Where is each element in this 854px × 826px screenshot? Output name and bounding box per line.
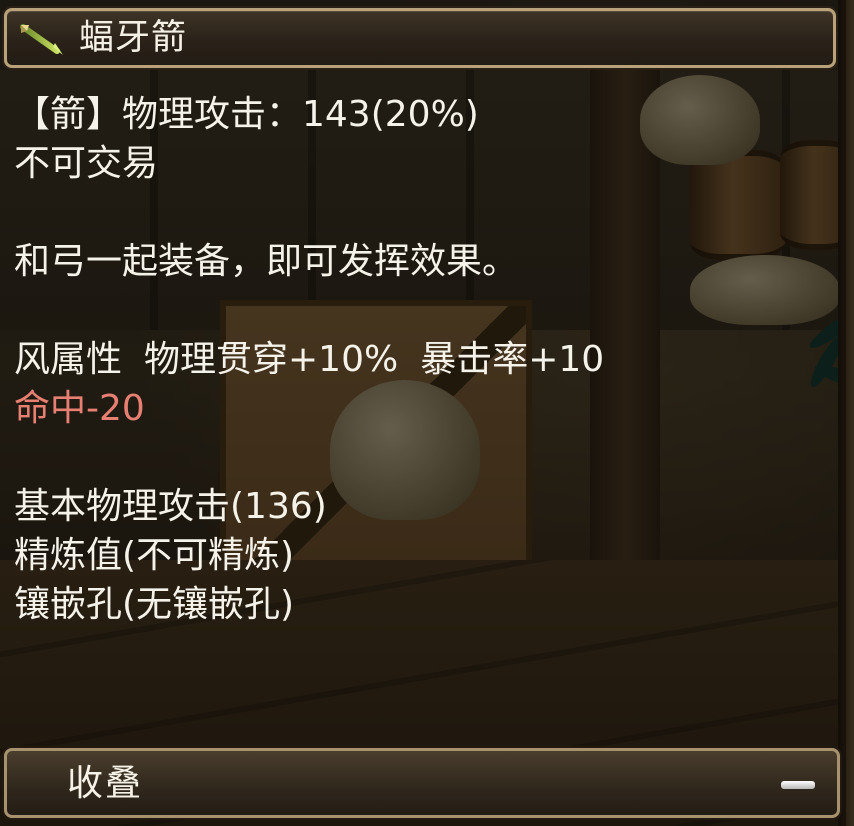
arrow-icon	[17, 21, 65, 57]
item-details: 【箭】物理攻击：143(20%) 不可交易 和弓一起装备，即可发挥效果。 风属性…	[14, 90, 834, 629]
socket-info: 镶嵌孔(无镶嵌孔)	[14, 584, 295, 625]
item-name: 蝠牙箭	[79, 18, 188, 58]
item-tooltip: 蝠牙箭 【箭】物理攻击：143(20%) 不可交易 和弓一起装备，即可发挥效果。…	[0, 0, 846, 826]
attack-stat: 【箭】物理攻击：143(20%)	[14, 94, 479, 135]
trade-status: 不可交易	[14, 143, 159, 184]
base-attack: 基本物理攻击(136)	[14, 486, 327, 527]
minus-icon[interactable]	[781, 781, 815, 789]
collapse-label: 收叠	[67, 763, 144, 804]
property-crit-rate: 暴击率+10	[420, 339, 605, 380]
property-element: 风属性	[14, 339, 123, 380]
usage-hint: 和弓一起装备，即可发挥效果。	[14, 241, 519, 282]
property-penetration: 物理贯穿+10%	[144, 339, 399, 380]
tooltip-title-bar: 蝠牙箭	[4, 8, 836, 68]
collapse-bar[interactable]: 收叠	[4, 748, 840, 818]
accuracy-penalty: 命中-20	[14, 388, 145, 429]
property-list: 风属性 物理贯穿+10% 暴击率+10	[14, 335, 834, 384]
refine-value: 精炼值(不可精炼)	[14, 535, 295, 576]
